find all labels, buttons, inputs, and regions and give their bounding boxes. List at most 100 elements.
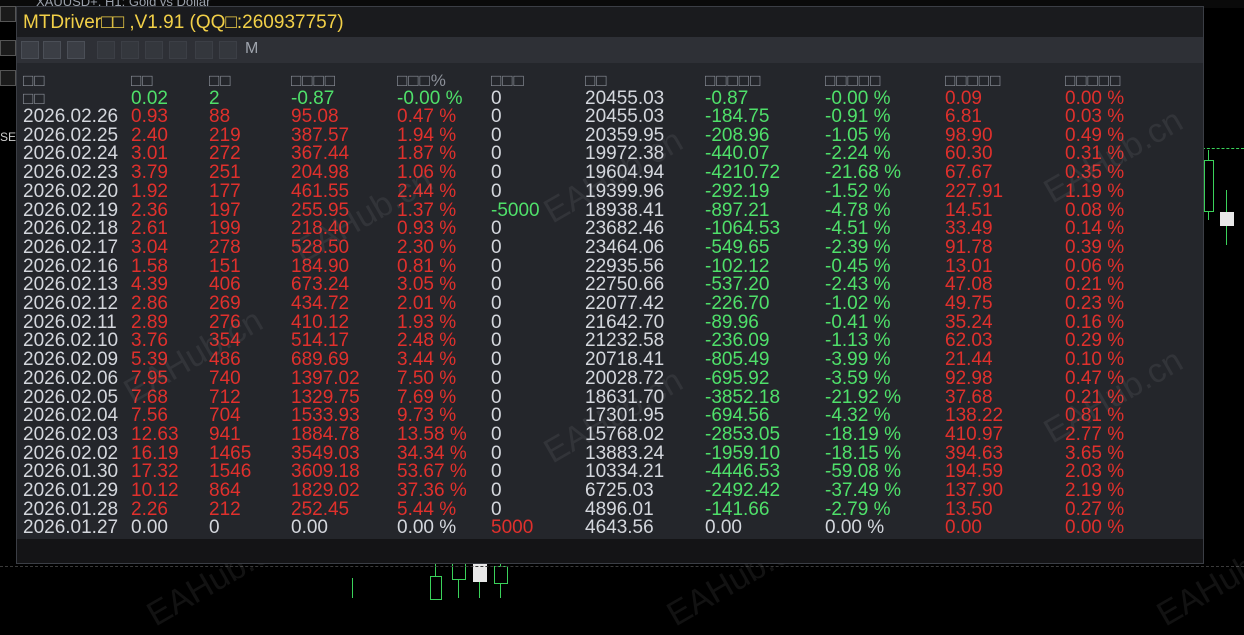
row-cell: 3609.18: [291, 461, 360, 483]
row-cell: -549.65: [705, 236, 770, 258]
row-cell: 137.90: [945, 480, 1004, 501]
row-cell: 0: [491, 367, 502, 389]
row-cell: 0.14 %: [1065, 218, 1125, 240]
candle: [473, 562, 487, 582]
row-cell: 60.30: [945, 143, 993, 165]
row-cell: 151: [209, 255, 241, 277]
row-cell: 1546: [209, 461, 252, 483]
row-cell: -1.52 %: [825, 180, 891, 202]
row-cell: 0: [491, 480, 502, 501]
row-cell: 941: [209, 423, 241, 445]
row-cell: -537.20: [705, 274, 770, 296]
row-cell: 864: [209, 480, 241, 501]
row-date: 2026.02.17: [23, 236, 119, 258]
row-cell: 219: [209, 124, 241, 146]
row-cell: 9.73 %: [397, 405, 457, 427]
row-cell: 4896.01: [585, 498, 654, 520]
row-cell: 0: [491, 461, 502, 483]
row-date: 2026.01.27: [23, 517, 119, 539]
row-cell: 23464.06: [585, 236, 665, 258]
row-cell: 2.26: [131, 498, 168, 520]
row-cell: 5000: [491, 517, 534, 539]
row-cell: 272: [209, 143, 241, 165]
row-cell: 212: [209, 498, 241, 520]
row-date: 2026.02.20: [23, 180, 119, 202]
row-cell: 0: [491, 180, 502, 202]
row-cell: 92.98: [945, 367, 993, 389]
row-date: 2026.02.26: [23, 106, 119, 127]
row-cell: 0.47 %: [397, 106, 457, 127]
row-cell: -18.19 %: [825, 423, 902, 445]
row-cell: 0.00 %: [1065, 517, 1125, 539]
row-cell: 0.16 %: [1065, 311, 1125, 333]
row-cell: -184.75: [705, 106, 770, 127]
row-cell: 2.30 %: [397, 236, 457, 258]
row-cell: 10.12: [131, 480, 179, 501]
row-date: 2026.02.09: [23, 349, 119, 371]
row-date: 2026.02.23: [23, 162, 119, 184]
mtdriver-panel[interactable]: MTDriver□□ ,V1.91 (QQ□:260937757) M □□ □□…: [16, 6, 1204, 564]
row-cell: 47.08: [945, 274, 993, 296]
row-cell: -2.79 %: [825, 498, 891, 520]
row-date: 2026.02.12: [23, 293, 119, 314]
row-date: 2026.02.06: [23, 367, 119, 389]
row-cell: 1.94 %: [397, 124, 457, 146]
row-cell: 1329.75: [291, 386, 360, 408]
row-cell: -1064.53: [705, 218, 781, 240]
row-cell: 0.10 %: [1065, 349, 1125, 371]
row-cell: 410.97: [945, 423, 1004, 445]
row-cell: 49.75: [945, 293, 993, 314]
row-cell: 37.36 %: [397, 480, 467, 501]
row-cell: 251: [209, 162, 241, 184]
row-cell: 0.27 %: [1065, 498, 1125, 520]
row-cell: 673.24: [291, 274, 350, 296]
row-cell: 22077.42: [585, 293, 665, 314]
row-cell: 21.44: [945, 349, 993, 371]
row-cell: 13.50: [945, 498, 993, 520]
row-cell: 13.01: [945, 255, 993, 277]
row-cell: -2.24 %: [825, 143, 891, 165]
row-cell: -805.49: [705, 349, 770, 371]
row-cell: 704: [209, 405, 241, 427]
chart-left-label: SE: [0, 130, 17, 144]
row-date: 2026.02.24: [23, 143, 119, 165]
row-cell: 394.63: [945, 442, 1004, 464]
row-cell: 53.67 %: [397, 461, 467, 483]
row-date: 2026.02.13: [23, 274, 119, 296]
row-cell: -141.66: [705, 498, 770, 520]
row-cell: -4.78 %: [825, 199, 891, 221]
candle: [1220, 212, 1234, 226]
row-cell: 4643.56: [585, 517, 654, 539]
row-cell: -5000: [491, 199, 540, 221]
row-cell: 6725.03: [585, 480, 654, 501]
row-cell: 20718.41: [585, 349, 665, 371]
row-cell: -1.05 %: [825, 124, 891, 146]
row-cell: -21.68 %: [825, 162, 902, 184]
row-cell: 204.98: [291, 162, 350, 184]
row-cell: 0: [491, 124, 502, 146]
row-cell: 7.50 %: [397, 367, 457, 389]
row-cell: 406: [209, 274, 241, 296]
row-cell: 0: [491, 162, 502, 184]
candle: [430, 576, 442, 600]
row-cell: 16.19: [131, 442, 179, 464]
row-cell: 3.44 %: [397, 349, 457, 371]
row-cell: 10334.21: [585, 461, 665, 483]
row-cell: 37.68: [945, 386, 993, 408]
row-cell: 6.81: [945, 106, 982, 127]
row-cell: 34.34 %: [397, 442, 467, 464]
row-cell: 0: [491, 349, 502, 371]
row-cell: 197: [209, 199, 241, 221]
chart-mini-icon: [0, 70, 16, 86]
row-cell: 0.00 %: [825, 517, 885, 539]
row-cell: 0.00: [705, 517, 742, 539]
row-cell: -0.45 %: [825, 255, 891, 277]
row-cell: 2.40: [131, 124, 168, 146]
chart-mini-icon: [0, 40, 16, 56]
row-cell: 4.39: [131, 274, 168, 296]
row-cell: 0: [491, 218, 502, 240]
row-cell: 740: [209, 367, 241, 389]
row-cell: -3.59 %: [825, 367, 891, 389]
row-cell: 0.06 %: [1065, 255, 1125, 277]
row-cell: 0: [491, 293, 502, 314]
